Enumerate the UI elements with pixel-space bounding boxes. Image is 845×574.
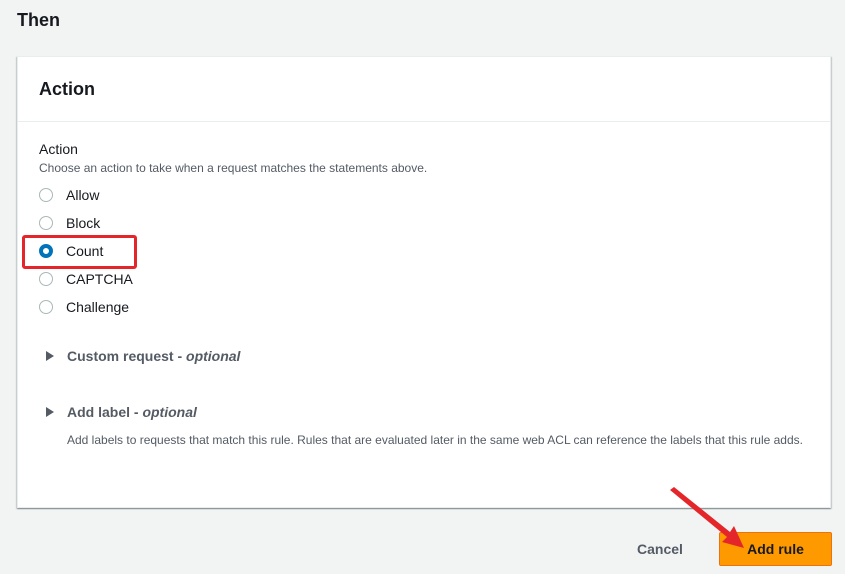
optional-tag: optional (186, 348, 241, 364)
radio-button[interactable] (39, 188, 53, 202)
radio-button[interactable] (39, 272, 53, 286)
radio-option-captcha[interactable]: CAPTCHA (39, 269, 133, 289)
radio-label: Block (66, 215, 101, 231)
radio-button[interactable] (39, 216, 53, 230)
page: Then Action Action Choose an action to t… (0, 0, 845, 574)
custom-request-title-text: Custom request - (67, 348, 187, 364)
add-label-title-text: Add label - (67, 404, 143, 420)
action-field-label: Action (39, 141, 78, 157)
cancel-button[interactable]: Cancel (620, 535, 700, 563)
custom-request-expander[interactable]: Custom request - optional (46, 348, 240, 364)
add-label-expander[interactable]: Add label - optional (46, 404, 197, 420)
action-panel: Action Action Choose an action to take w… (17, 56, 831, 508)
add-label-title: Add label - optional (67, 404, 197, 420)
radio-label: Allow (66, 187, 100, 203)
custom-request-title: Custom request - optional (67, 348, 240, 364)
annotation-highlight-box (22, 235, 137, 269)
panel-title: Action (39, 79, 95, 99)
action-field-description: Choose an action to take when a request … (39, 161, 428, 175)
section-title: Then (17, 10, 60, 30)
add-rule-button[interactable]: Add rule (719, 532, 832, 566)
radio-option-challenge[interactable]: Challenge (39, 297, 129, 317)
optional-tag: optional (142, 404, 197, 420)
panel-header: Action (18, 57, 830, 122)
caret-right-icon (46, 407, 54, 417)
radio-option-block[interactable]: Block (39, 213, 100, 233)
add-label-description: Add labels to requests that match this r… (67, 433, 803, 447)
radio-option-allow[interactable]: Allow (39, 185, 99, 205)
radio-label: CAPTCHA (66, 271, 133, 287)
radio-label: Challenge (66, 299, 130, 315)
caret-right-icon (46, 351, 54, 361)
radio-button[interactable] (39, 300, 53, 314)
